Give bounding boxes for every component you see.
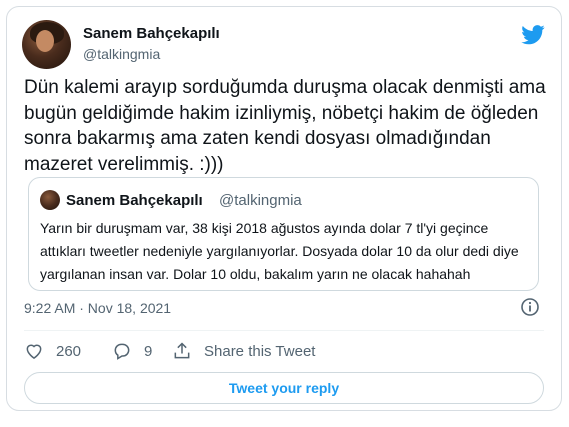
- like-button[interactable]: 260: [24, 336, 81, 366]
- tweet-your-reply-button[interactable]: Tweet your reply: [24, 372, 544, 404]
- quoted-author-handle: @talkingmia: [219, 192, 302, 209]
- reply-icon: [114, 343, 130, 360]
- quoted-tweet-text: Yarın bir duruşmam var, 38 kişi 2018 ağu…: [40, 220, 519, 282]
- tweet-timestamp[interactable]: 9:22 AM · Nov 18, 2021: [24, 300, 171, 316]
- divider: [24, 330, 544, 331]
- tweet-text: Dün kalemi arayıp sorduğumda duruşma ola…: [24, 77, 546, 175]
- avatar-face: [36, 30, 54, 52]
- quoted-tweet[interactable]: Sanem Bahçekapılı @talkingmia Yarın bir …: [28, 177, 539, 291]
- author-name[interactable]: Sanem Bahçekapılı: [83, 25, 220, 42]
- reply-action-button[interactable]: 9: [112, 336, 152, 366]
- quoted-avatar: [40, 190, 60, 210]
- share-button[interactable]: Share this Tweet: [172, 336, 315, 366]
- like-count: 260: [56, 342, 82, 360]
- quoted-author-name: Sanem Bahçekapılı: [66, 192, 203, 209]
- author-handle[interactable]: @talkingmia: [83, 46, 160, 62]
- info-icon[interactable]: [520, 297, 540, 317]
- twitter-bird-icon[interactable]: [521, 25, 545, 45]
- tweet-card: Sanem Bahçekapılı @talkingmia Dün kalemi…: [6, 6, 562, 411]
- share-label: Share this Tweet: [204, 342, 316, 360]
- reply-count: 9: [144, 342, 153, 360]
- share-icon: [174, 342, 190, 359]
- heart-icon: [26, 344, 42, 359]
- action-bar: 260 9 Share this Tweet: [24, 336, 544, 366]
- avatar[interactable]: [22, 20, 71, 69]
